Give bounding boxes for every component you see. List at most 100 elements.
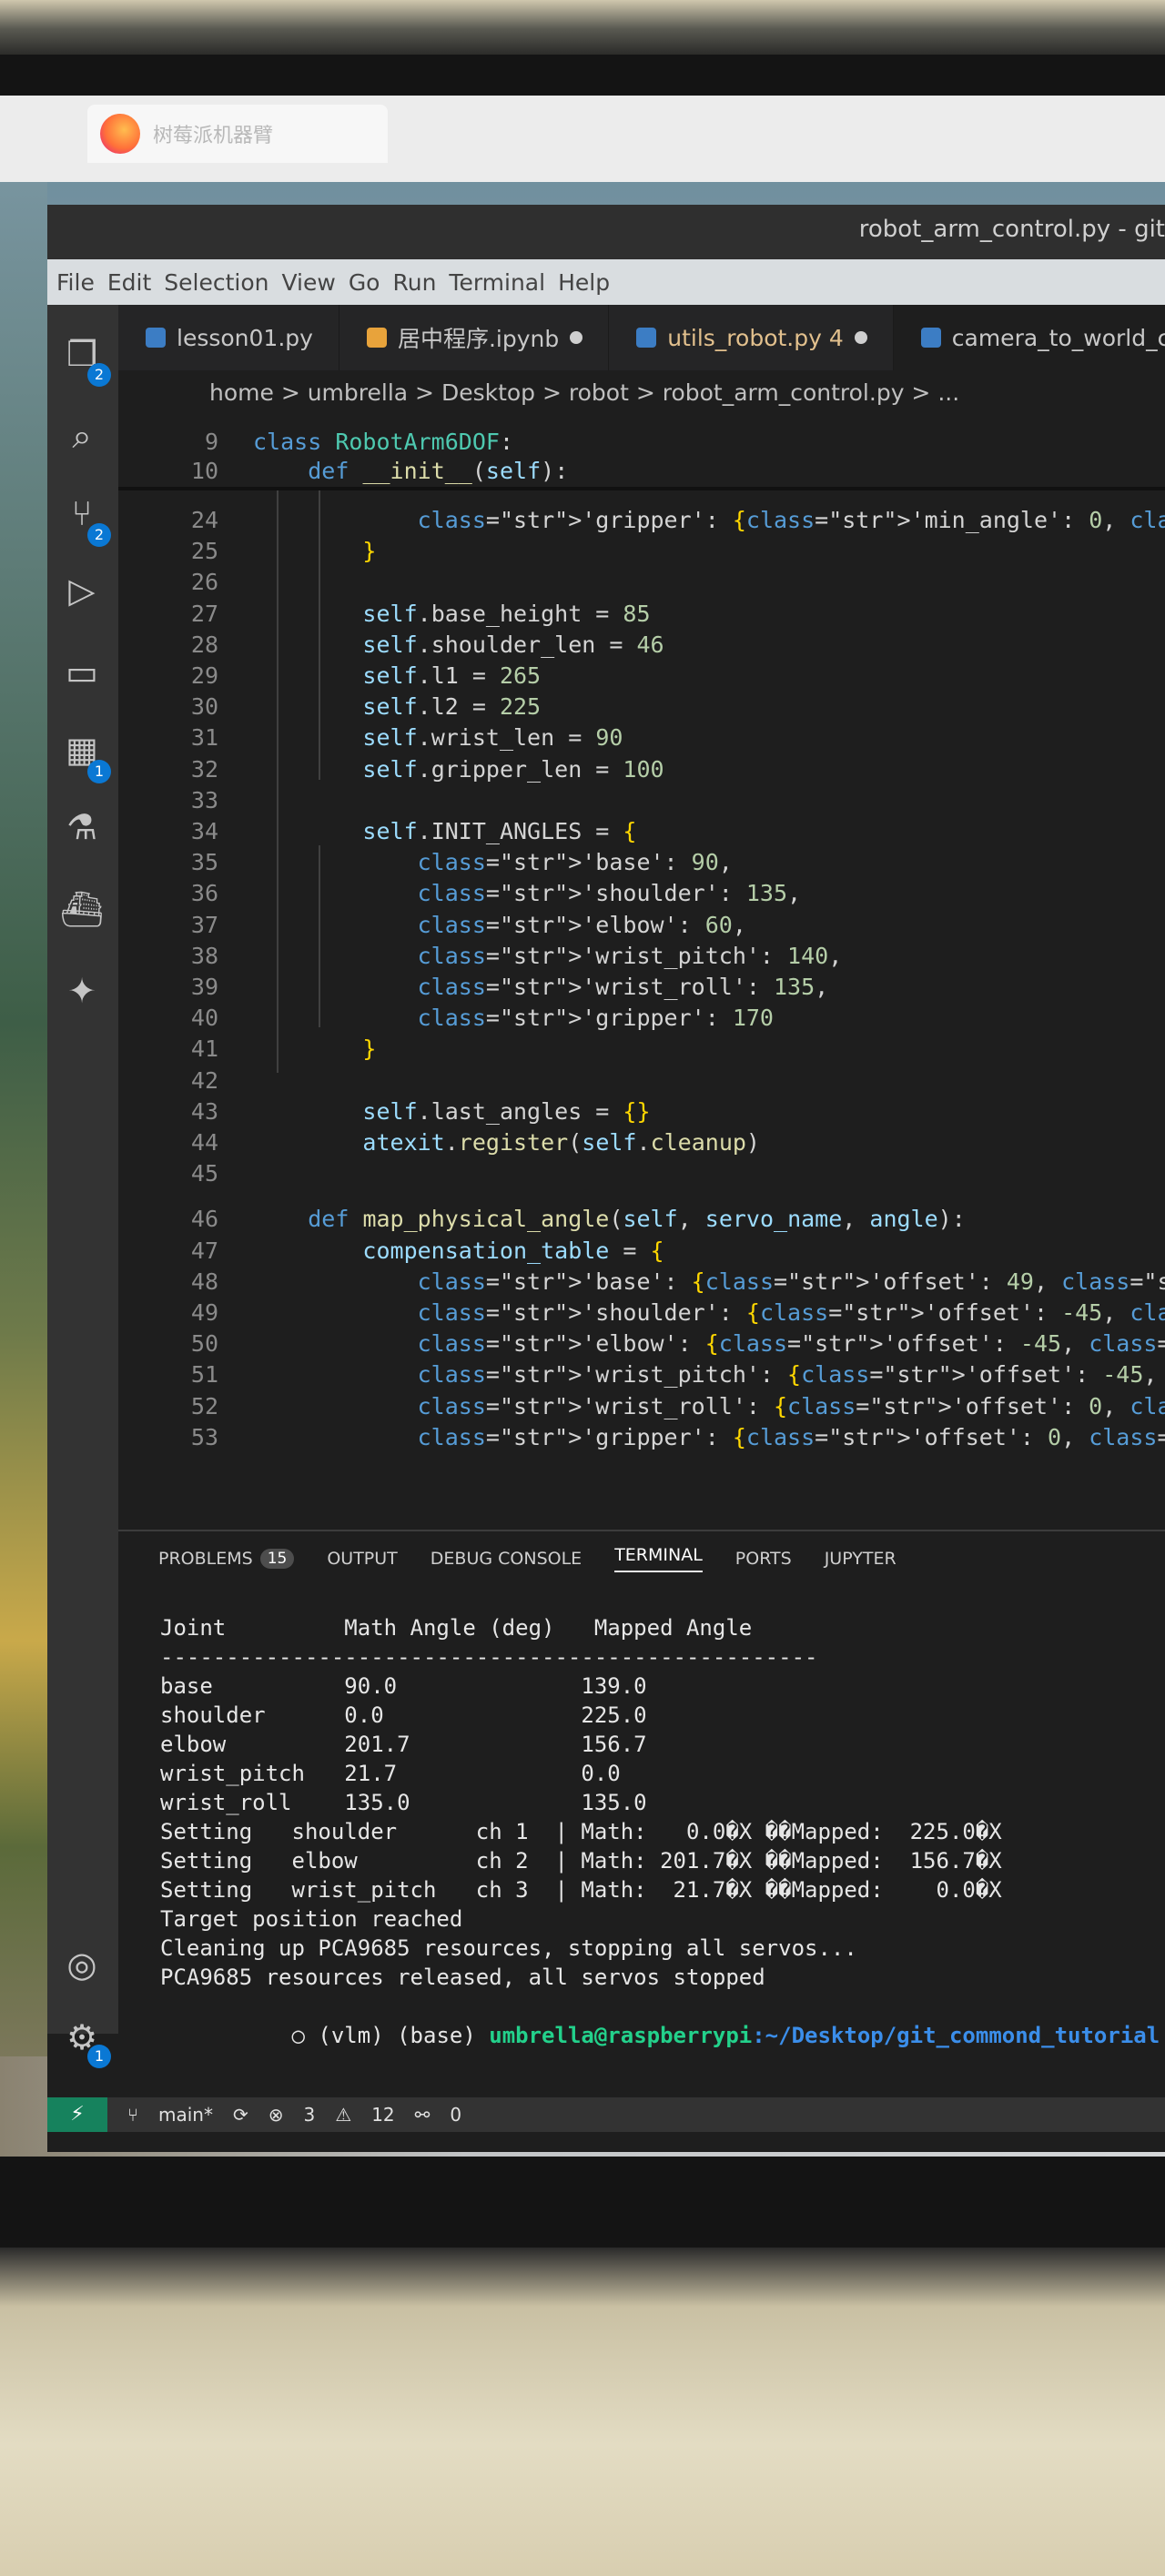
- code-text: }: [362, 538, 377, 565]
- tab-utils-robot[interactable]: utils_robot.py 4: [609, 305, 894, 370]
- menu-file[interactable]: File: [56, 269, 95, 296]
- menu-view[interactable]: View: [281, 269, 335, 296]
- line-number: 34: [190, 818, 218, 844]
- tab-jupyter[interactable]: JUPYTER: [825, 1549, 897, 1569]
- menu-selection[interactable]: Selection: [164, 269, 268, 296]
- tab-terminal[interactable]: TERMINAL: [614, 1545, 703, 1572]
- line-number: 25: [190, 538, 218, 565]
- terminal-output[interactable]: Joint Math Angle (deg) Mapped Angle ----…: [160, 1613, 1161, 2048]
- code-text: class="str">'wrist_pitch': {class="str">…: [417, 1361, 1158, 1389]
- desktop-wallpaper: [0, 96, 47, 2157]
- code-text: atexit.register(self.cleanup): [362, 1129, 760, 1156]
- code-line[interactable]: 43 self.last_angles = {}: [118, 1096, 1165, 1127]
- activity-bar: ❐ 2 ⌕ ⑂ 2 ▷ ▭ ▦ 1 ⚗ ⛴ ✦ ◎ ⚙ 1: [47, 305, 118, 2068]
- code-line[interactable]: 47 compensation_table = {: [118, 1236, 1165, 1267]
- code-line[interactable]: 38 class="str">'wrist_pitch': 140,: [118, 941, 1165, 972]
- git-branch[interactable]: main*: [158, 2104, 213, 2126]
- line-number: 24: [190, 507, 218, 533]
- code-line[interactable]: 42: [118, 1066, 1165, 1096]
- account-icon[interactable]: ◎: [60, 1943, 104, 1986]
- code-line[interactable]: 53 class="str">'gripper': {class="str">'…: [118, 1422, 1165, 1453]
- unsaved-dot-icon[interactable]: [570, 331, 583, 344]
- code-line[interactable]: 41 }: [118, 1034, 1165, 1065]
- code-line[interactable]: 32 self.gripper_len = 100: [118, 754, 1165, 785]
- ports-count[interactable]: 0: [450, 2104, 461, 2126]
- code-editor[interactable]: 9 class RobotArm6DOF: 10 def __init__(self…: [118, 418, 1165, 1528]
- line-number: 41: [190, 1035, 218, 1063]
- tab-output[interactable]: OUTPUT: [327, 1549, 397, 1569]
- menu-help[interactable]: Help: [558, 269, 610, 296]
- code-line[interactable]: 48 class="str">'base': {class="str">'off…: [118, 1267, 1165, 1298]
- code-text: self.gripper_len = 100: [362, 755, 664, 783]
- line-number: 48: [190, 1268, 218, 1295]
- code-line[interactable]: 30 self.l2 = 225: [118, 692, 1165, 722]
- warning-count[interactable]: 12: [371, 2104, 394, 2126]
- tab-debug-console[interactable]: DEBUG CONSOLE: [431, 1549, 582, 1569]
- firefox-icon: [100, 114, 140, 154]
- remote-explorer-icon[interactable]: ▭: [60, 651, 104, 694]
- code-line[interactable]: 33: [118, 785, 1165, 816]
- code-text: class="str">'base': {class="str">'offset…: [417, 1268, 1165, 1295]
- menu-edit[interactable]: Edit: [107, 269, 151, 296]
- tab-lesson01[interactable]: lesson01.py: [118, 305, 339, 370]
- vscode-window: robot_arm_control.py - git File Edit Sel…: [47, 205, 1165, 2152]
- search-icon[interactable]: ⌕: [60, 414, 104, 458]
- tab-ports[interactable]: PORTS: [735, 1549, 792, 1569]
- menu-terminal[interactable]: Terminal: [449, 269, 545, 296]
- tab-label: 居中程序.ipynb: [397, 326, 560, 352]
- code-line[interactable]: 40 class="str">'gripper': 170: [118, 1003, 1165, 1034]
- line-number: 52: [190, 1392, 218, 1419]
- run-debug-icon[interactable]: ▷: [60, 569, 104, 612]
- code-line[interactable]: 52 class="str">'wrist_roll': {class="str…: [118, 1391, 1165, 1422]
- code-line[interactable]: 45: [118, 1158, 1165, 1189]
- line-number: 36: [190, 880, 218, 907]
- line-number: 10: [190, 458, 218, 484]
- tab-notebook[interactable]: 居中程序.ipynb: [339, 305, 610, 370]
- terminal-line: wrist_roll 135.0 135.0: [160, 1790, 647, 1815]
- line-number: 26: [190, 569, 218, 596]
- gitlens-icon[interactable]: ✦: [60, 969, 104, 1013]
- code-line[interactable]: 31 self.wrist_len = 90: [118, 722, 1165, 753]
- unsaved-dot-icon[interactable]: [854, 331, 867, 344]
- error-count[interactable]: 3: [304, 2104, 316, 2126]
- code-line[interactable]: 50 class="str">'elbow': {class="str">'of…: [118, 1328, 1165, 1359]
- code-line[interactable]: 28 self.shoulder_len = 46: [118, 630, 1165, 661]
- line-number: 46: [190, 1206, 218, 1233]
- code-line[interactable]: 46 def map_physical_angle(self, servo_na…: [118, 1204, 1165, 1235]
- code-line[interactable]: 9 class RobotArm6DOF:: [118, 427, 1165, 458]
- prompt-user: umbrella@raspberrypi: [489, 2023, 753, 2048]
- code-line[interactable]: 44 atexit.register(self.cleanup): [118, 1127, 1165, 1158]
- code-text: def map_physical_angle(self, servo_name,…: [308, 1206, 966, 1233]
- code-line[interactable]: 36 class="str">'shoulder': 135,: [118, 878, 1165, 909]
- sync-icon[interactable]: ⟳: [233, 2104, 248, 2126]
- line-number: 32: [190, 755, 218, 783]
- code-line[interactable]: 39 class="str">'wrist_roll': 135,: [118, 972, 1165, 1003]
- code-line[interactable]: 49 class="str">'shoulder': {class="str">…: [118, 1298, 1165, 1328]
- terminal-prompt[interactable]: ○ (vlm) (base) umbrella@raspberrypi:~/De…: [160, 1992, 1161, 2048]
- tab-problems[interactable]: PROBLEMS 15: [158, 1549, 295, 1569]
- remote-indicator-icon[interactable]: ⚡: [47, 2097, 107, 2132]
- code-line[interactable]: 26: [118, 567, 1165, 598]
- code-line[interactable]: 51 class="str">'wrist_pitch': {class="st…: [118, 1359, 1165, 1390]
- menu-go[interactable]: Go: [349, 269, 380, 296]
- code-line[interactable]: 24 class="str">'gripper': {class="str">'…: [118, 505, 1165, 536]
- code-text: self.last_angles = {}: [362, 1097, 651, 1125]
- docker-icon[interactable]: ⛴: [60, 887, 104, 931]
- tab-camera-to-world[interactable]: camera_to_world_co: [893, 305, 1165, 370]
- menu-run[interactable]: Run: [392, 269, 436, 296]
- code-line[interactable]: 25 }: [118, 536, 1165, 567]
- code-line[interactable]: 29 self.l1 = 265: [118, 661, 1165, 692]
- prompt-path: :~/Desktop/git_commond_tutorial $: [752, 2023, 1165, 2048]
- code-line[interactable]: 37 class="str">'elbow': 60,: [118, 910, 1165, 941]
- code-line[interactable]: 27 self.base_height = 85: [118, 599, 1165, 630]
- testing-icon[interactable]: ⚗: [60, 805, 104, 849]
- line-number: 35: [190, 849, 218, 876]
- browser-tab[interactable]: 树莓派机器臂: [87, 105, 388, 163]
- code-line[interactable]: 34 self.INIT_ANGLES = {: [118, 816, 1165, 847]
- code-line[interactable]: 10 def __init__(self):: [118, 456, 1165, 487]
- breadcrumb[interactable]: home > umbrella > Desktop > robot > robo…: [118, 370, 1165, 418]
- line-number: 47: [190, 1237, 218, 1264]
- tab-label: utils_robot.py 4: [667, 324, 844, 351]
- code-line[interactable]: 35 class="str">'base': 90,: [118, 847, 1165, 878]
- code-text: class RobotArm6DOF:: [253, 429, 514, 455]
